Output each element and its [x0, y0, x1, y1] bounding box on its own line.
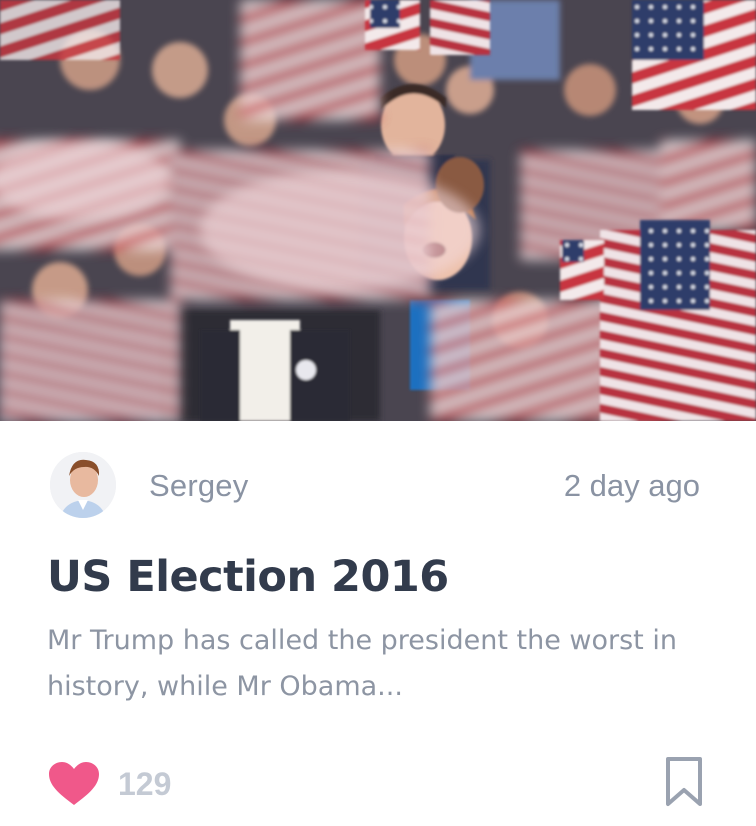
post-actions: 129 [0, 750, 756, 820]
crowd-with-flags-photo [0, 0, 756, 421]
post-author: Sergey 2 day ago [50, 452, 710, 522]
post-card[interactable]: Sergey 2 day ago US Election 2016 Mr Tru… [0, 0, 756, 826]
post-excerpt: Mr Trump has called the president the wo… [47, 625, 677, 702]
author-photo [50, 452, 116, 518]
heart-icon [49, 762, 99, 805]
bookmark-icon [666, 757, 702, 806]
bookmark-button[interactable] [664, 756, 704, 808]
post-timestamp: 2 day ago [563, 468, 700, 503]
like-count: 129 [118, 765, 172, 802]
post-title[interactable]: US Election 2016 [47, 552, 449, 602]
avatar[interactable] [50, 452, 116, 518]
hero-image[interactable] [0, 0, 756, 421]
author-name[interactable]: Sergey [149, 468, 248, 504]
like-button[interactable]: 129 [48, 756, 171, 812]
